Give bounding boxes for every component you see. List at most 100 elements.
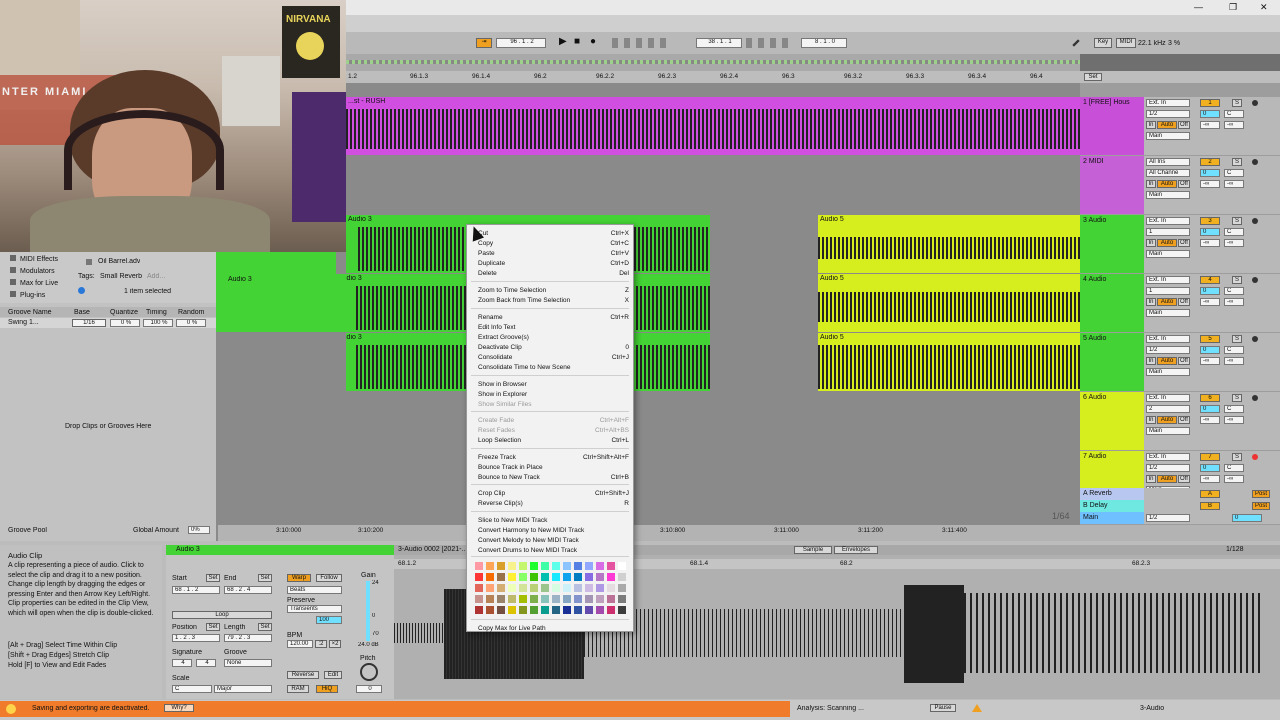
color-swatch[interactable] bbox=[552, 573, 560, 581]
track-peak[interactable]: -∞ bbox=[1200, 239, 1220, 247]
clip-audio5-mid[interactable]: Audio 5 bbox=[818, 274, 1080, 332]
color-swatch[interactable] bbox=[508, 584, 516, 592]
record-arm-icon[interactable] bbox=[1252, 159, 1258, 165]
track-off-button[interactable]: Off bbox=[1178, 180, 1190, 188]
color-swatch[interactable] bbox=[508, 573, 516, 581]
end-set-button[interactable]: Set bbox=[258, 574, 272, 582]
color-swatch[interactable] bbox=[574, 573, 582, 581]
loop-tools[interactable] bbox=[746, 38, 794, 48]
track-auto-button[interactable]: Auto bbox=[1157, 416, 1177, 424]
track-input-select[interactable]: Ext. In bbox=[1146, 453, 1190, 461]
track-activator[interactable]: 4 bbox=[1200, 276, 1220, 284]
pitch-field[interactable]: 0 bbox=[356, 685, 382, 693]
menu-item-zoom-to-time-selection[interactable]: Zoom to Time Selection Z bbox=[478, 286, 629, 296]
color-swatch[interactable] bbox=[585, 562, 593, 570]
track-pan[interactable]: C bbox=[1224, 405, 1244, 413]
track-auto-button[interactable]: Auto bbox=[1157, 180, 1177, 188]
color-swatch[interactable] bbox=[552, 606, 560, 614]
color-swatch[interactable] bbox=[618, 573, 626, 581]
color-swatch[interactable] bbox=[574, 584, 582, 592]
track-in-button[interactable]: In bbox=[1146, 357, 1156, 365]
color-swatch[interactable] bbox=[541, 606, 549, 614]
signature-numerator[interactable]: 4 bbox=[172, 659, 192, 667]
position-set-button[interactable]: Set bbox=[206, 623, 220, 631]
track-off-button[interactable]: Off bbox=[1178, 239, 1190, 247]
color-swatch[interactable] bbox=[497, 606, 505, 614]
browser-category[interactable]: MIDI Effects bbox=[10, 255, 58, 263]
menu-item-extract-groove-s[interactable]: Extract Groove(s) bbox=[478, 333, 629, 343]
record-arm-icon[interactable] bbox=[1252, 336, 1258, 342]
why-button[interactable]: Why? bbox=[164, 704, 194, 712]
track-auto-button[interactable]: Auto bbox=[1157, 357, 1177, 365]
record-arm-icon[interactable] bbox=[1252, 395, 1258, 401]
tag-chip[interactable]: Small Reverb bbox=[100, 273, 142, 280]
track-volume[interactable]: 0 bbox=[1200, 405, 1220, 413]
hiq-button[interactable]: HiQ bbox=[316, 685, 338, 693]
main-volume[interactable]: 0 bbox=[1232, 514, 1262, 522]
loop-length-display[interactable]: 8 . 1 . 0 bbox=[801, 38, 847, 48]
color-swatch[interactable] bbox=[607, 595, 615, 603]
track-volume[interactable]: 0 bbox=[1200, 169, 1220, 177]
groove-quantize[interactable]: 0 % bbox=[110, 319, 140, 327]
color-swatch[interactable] bbox=[497, 562, 505, 570]
track-off-button[interactable]: Off bbox=[1178, 298, 1190, 306]
track-input-select[interactable]: All Ins bbox=[1146, 158, 1190, 166]
clip-title-bar[interactable]: Audio 3 bbox=[166, 545, 394, 555]
color-swatch[interactable] bbox=[596, 573, 604, 581]
clip-rush[interactable]: ...st - RUSH bbox=[346, 97, 1080, 155]
track-input-select[interactable]: Ext. In bbox=[1146, 394, 1190, 402]
track-solo-button[interactable]: S bbox=[1232, 453, 1242, 461]
menu-item-consolidate[interactable]: Consolidate Ctrl+J bbox=[478, 353, 629, 363]
color-swatch[interactable] bbox=[563, 606, 571, 614]
menu-item-convert-harmony-to-new-midi-track[interactable]: Convert Harmony to New MIDI Track bbox=[478, 526, 629, 536]
track-peak-right[interactable]: -∞ bbox=[1224, 475, 1244, 483]
color-swatch[interactable] bbox=[519, 584, 527, 592]
groove-row[interactable]: Swing 1... 1/16 0 % 100 % 0 % bbox=[0, 318, 216, 328]
color-swatch[interactable] bbox=[563, 595, 571, 603]
track-activator[interactable]: 7 bbox=[1200, 453, 1220, 461]
track-peak-right[interactable]: -∞ bbox=[1224, 239, 1244, 247]
pause-button[interactable]: Pause bbox=[930, 704, 956, 712]
scale-mode[interactable]: Major bbox=[214, 685, 272, 693]
color-swatch[interactable] bbox=[563, 562, 571, 570]
arrangement-view[interactable]: ...st - RUSH Audio 3 Audio 5 Audio 3 Aud… bbox=[346, 83, 1080, 525]
track-output-select[interactable]: Main bbox=[1146, 132, 1190, 140]
track-auto-button[interactable]: Auto bbox=[1157, 475, 1177, 483]
color-swatch[interactable] bbox=[596, 584, 604, 592]
menu-item-edit-info-text[interactable]: Edit Info Text bbox=[478, 323, 629, 333]
color-swatch[interactable] bbox=[519, 595, 527, 603]
menu-item-loop-selection[interactable]: Loop Selection Ctrl+L bbox=[478, 436, 629, 446]
record-arm-icon[interactable] bbox=[1252, 100, 1258, 106]
color-swatch[interactable] bbox=[519, 606, 527, 614]
color-swatch[interactable] bbox=[596, 595, 604, 603]
warp-pct[interactable]: 100 bbox=[316, 616, 342, 624]
browser-category[interactable]: Max for Live bbox=[10, 279, 58, 287]
menu-item-rename[interactable]: Rename Ctrl+R bbox=[478, 313, 629, 323]
track-header[interactable]: 6 Audio bbox=[1080, 392, 1144, 450]
track-output-select[interactable]: Main bbox=[1146, 427, 1190, 435]
track-in-button[interactable]: In bbox=[1146, 121, 1156, 129]
color-swatch[interactable] bbox=[508, 562, 516, 570]
track-channel-select[interactable]: 1/2 bbox=[1146, 464, 1190, 472]
track-solo-button[interactable]: S bbox=[1232, 99, 1242, 107]
reverse-button[interactable]: Reverse bbox=[287, 671, 319, 679]
color-swatch[interactable] bbox=[574, 595, 582, 603]
menu-item-duplicate[interactable]: Duplicate Ctrl+D bbox=[478, 259, 629, 269]
color-swatch[interactable] bbox=[497, 573, 505, 581]
gain-slider[interactable] bbox=[366, 581, 370, 641]
key-map-button[interactable]: Key bbox=[1094, 38, 1112, 48]
track-solo-button[interactable]: S bbox=[1232, 158, 1242, 166]
main-track-header[interactable]: Main bbox=[1080, 512, 1144, 524]
color-swatch[interactable] bbox=[541, 584, 549, 592]
color-swatch[interactable] bbox=[508, 595, 516, 603]
color-swatch[interactable] bbox=[563, 584, 571, 592]
menu-item-convert-drums-to-new-midi-track[interactable]: Convert Drums to New MIDI Track bbox=[478, 546, 629, 556]
color-swatch[interactable] bbox=[607, 573, 615, 581]
return-activator[interactable]: A bbox=[1200, 490, 1220, 498]
menu-item-crop-clip[interactable]: Crop Clip Ctrl+Shift+J bbox=[478, 489, 629, 499]
track-solo-button[interactable]: S bbox=[1232, 276, 1242, 284]
color-swatch[interactable] bbox=[618, 606, 626, 614]
stop-icon[interactable]: ■ bbox=[574, 36, 580, 47]
track-output-select[interactable]: Main bbox=[1146, 309, 1190, 317]
color-swatch[interactable] bbox=[607, 584, 615, 592]
